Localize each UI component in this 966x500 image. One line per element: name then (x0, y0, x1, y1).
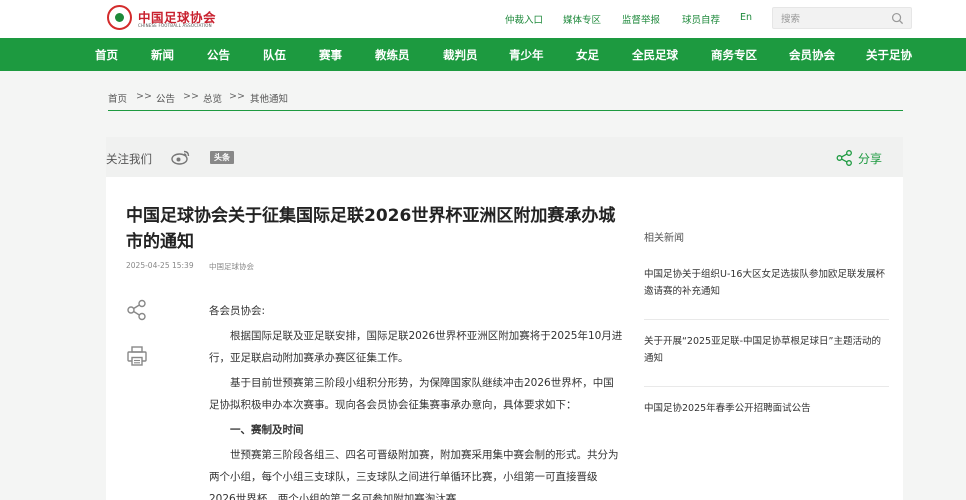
nav-item-referees[interactable]: 裁判员 (443, 47, 478, 63)
article-paragraph: 世预赛第三阶段各组三、四名可晋级附加赛，附加赛采用集中赛会制的形式。共分为两个小… (209, 449, 619, 500)
nav-item-competitions[interactable]: 赛事 (319, 47, 342, 63)
breadcrumb-other-notices[interactable]: 其他通知 (250, 91, 288, 105)
article-card: 中国足球协会关于征集国际足联2026世界杯亚洲区附加赛承办城市的通知 2025-… (106, 177, 628, 500)
breadcrumb-announcements[interactable]: 公告 (156, 91, 175, 105)
related-news-item[interactable]: 中国足协2025年春季公开招聘面试公告 (644, 400, 889, 417)
toutiao-icon[interactable]: 头条 (210, 151, 234, 164)
follow-us-label: 关注我们 (106, 152, 152, 166)
search-box (772, 7, 912, 29)
print-icon[interactable] (126, 345, 148, 367)
logo-subtitle: CHINESE FOOTBALL ASSOCIATION (138, 23, 212, 28)
share-icon (836, 150, 852, 166)
breadcrumb-separator: >> (183, 91, 199, 102)
divider (644, 319, 889, 320)
cfa-logo[interactable]: 中国足球协会 CHINESE FOOTBALL ASSOCIATION (107, 5, 227, 33)
article-paragraph: 根据国际足联及亚足联安排，国际足联2026世界杯亚洲区附加赛将于2025年10月… (209, 330, 623, 364)
nav-item-womens[interactable]: 女足 (576, 47, 599, 63)
related-news-heading: 相关新闻 (644, 233, 684, 244)
link-arbitration[interactable]: 仲裁入口 (505, 12, 543, 26)
article-section-heading: 一、赛制及时间 (230, 424, 304, 436)
cfa-emblem-icon (107, 5, 132, 30)
link-english[interactable]: En (740, 12, 752, 23)
link-player-recommend[interactable]: 球员自荐 (682, 12, 720, 26)
article-salutation: 各会员协会: (209, 305, 266, 317)
article-body: 各会员协会: 根据国际足联及亚足联安排，国际足联2026世界杯亚洲区附加赛将于2… (209, 300, 624, 500)
nav-item-coaches[interactable]: 教练员 (375, 47, 410, 63)
breadcrumb-home[interactable]: 首页 (108, 91, 127, 105)
related-news-item[interactable]: 关于开展“2025亚足联-中国足协草根足球日”主题活动的通知 (644, 333, 889, 367)
nav-item-business[interactable]: 商务专区 (711, 47, 757, 63)
breadcrumb-separator: >> (229, 91, 245, 102)
nav-item-news[interactable]: 新闻 (151, 47, 174, 63)
top-bar: 中国足球协会 CHINESE FOOTBALL ASSOCIATION 仲裁入口… (0, 0, 966, 38)
nav-item-announcements[interactable]: 公告 (207, 47, 230, 63)
article-paragraph: 基于目前世预赛第三阶段小组积分形势，为保障国家队继续冲击2026世界杯，中国足协… (209, 377, 614, 411)
share-button[interactable]: 分享 (836, 149, 896, 167)
related-news-item[interactable]: 中国足协关于组织U-16大区女足选拔队参加欧足联发展杯邀请赛的补充通知 (644, 266, 889, 300)
related-news-sidebar: 相关新闻 中国足协关于组织U-16大区女足选拔队参加欧足联发展杯邀请赛的补充通知… (628, 177, 903, 500)
article-share-icon[interactable] (126, 299, 148, 321)
nav-item-home[interactable]: 首页 (95, 47, 118, 63)
breadcrumb-separator: >> (136, 91, 152, 102)
link-report[interactable]: 监督举报 (622, 12, 660, 26)
search-icon[interactable] (891, 12, 904, 25)
nav-item-member-associations[interactable]: 会员协会 (789, 47, 835, 63)
nav-item-teams[interactable]: 队伍 (263, 47, 286, 63)
weibo-icon[interactable] (171, 149, 191, 165)
search-input[interactable] (781, 12, 881, 26)
share-label: 分享 (858, 152, 883, 166)
nav-item-about[interactable]: 关于足协 (866, 47, 912, 63)
nav-item-grassroots[interactable]: 全民足球 (632, 47, 678, 63)
breadcrumb: 首页 >> 公告 >> 总览 >> 其他通知 (108, 91, 903, 111)
main-nav: 首页 新闻 公告 队伍 赛事 教练员 裁判员 青少年 女足 全民足球 商务专区 … (0, 38, 966, 71)
article-title: 中国足球协会关于征集国际足联2026世界杯亚洲区附加赛承办城市的通知 (126, 206, 616, 252)
article-source: 中国足球协会 (209, 262, 254, 271)
nav-item-youth[interactable]: 青少年 (509, 47, 544, 63)
follow-share-bar: 关注我们 头条 分享 (106, 137, 903, 177)
breadcrumb-overview[interactable]: 总览 (203, 91, 222, 105)
article-date: 2025-04-25 15:39 (126, 261, 194, 270)
link-media[interactable]: 媒体专区 (563, 12, 601, 26)
divider (644, 386, 889, 387)
